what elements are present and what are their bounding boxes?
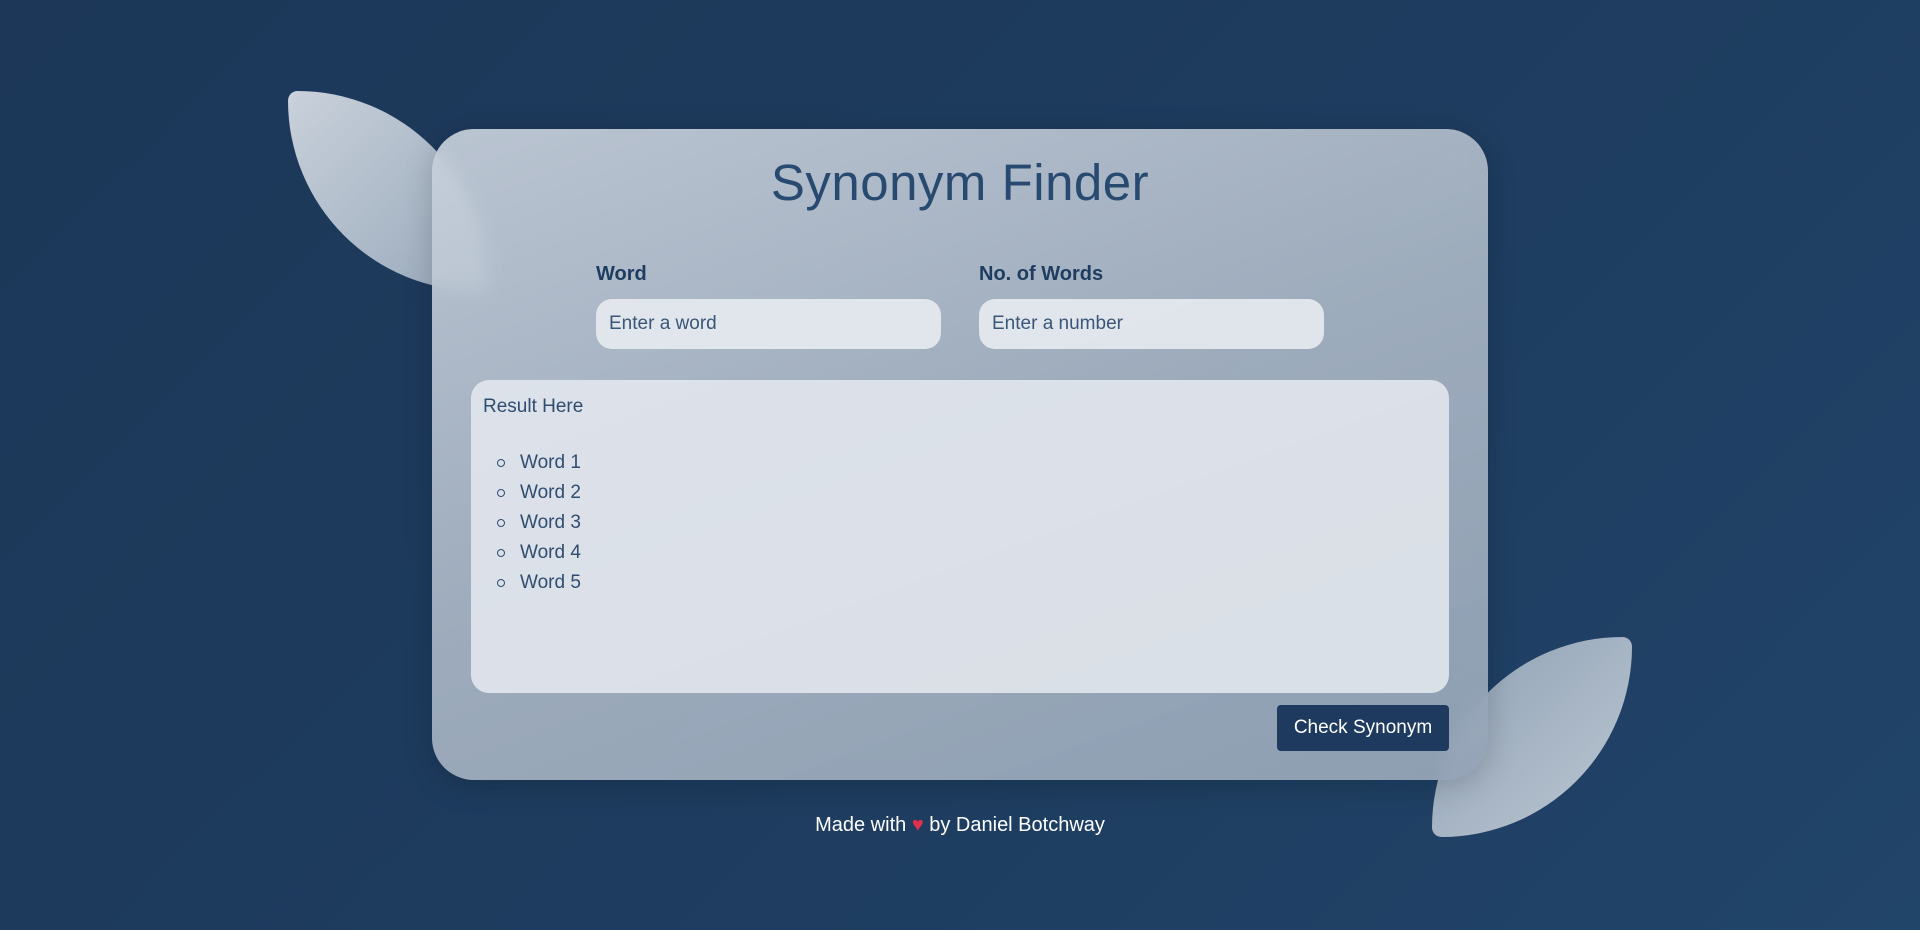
circle-bullet-icon: [497, 519, 505, 527]
footer-author: by Daniel Botchway: [929, 814, 1105, 836]
word-input[interactable]: [596, 299, 941, 349]
word-label: Word: [596, 263, 647, 285]
circle-bullet-icon: [497, 549, 505, 557]
list-item: Word 4: [495, 538, 1437, 568]
synonym-finder-card: Synonym Finder Word No. of Words Result …: [432, 129, 1488, 780]
page-title: Synonym Finder: [770, 154, 1150, 211]
circle-bullet-icon: [497, 489, 505, 497]
word-count-label: No. of Words: [979, 263, 1104, 285]
list-item: Word 5: [495, 568, 1437, 598]
word-count-input[interactable]: [979, 299, 1324, 349]
footer-credit: Made with ♥ by Daniel Botchway: [0, 814, 1920, 837]
circle-bullet-icon: [497, 459, 505, 467]
result-heading: Result Here: [483, 396, 584, 417]
check-synonym-button[interactable]: Check Synonym: [1277, 705, 1449, 751]
circle-bullet-icon: [497, 579, 505, 587]
list-item: Word 3: [495, 508, 1437, 538]
list-item: Word 2: [495, 478, 1437, 508]
heart-icon: ♥: [911, 814, 924, 836]
result-panel: Result Here Word 1 Word 2 Word 3 Word 4 …: [471, 380, 1449, 693]
footer-prefix: Made with: [815, 814, 907, 836]
result-list: Word 1 Word 2 Word 3 Word 4 Word 5: [483, 448, 1437, 598]
list-item: Word 1: [495, 448, 1437, 478]
